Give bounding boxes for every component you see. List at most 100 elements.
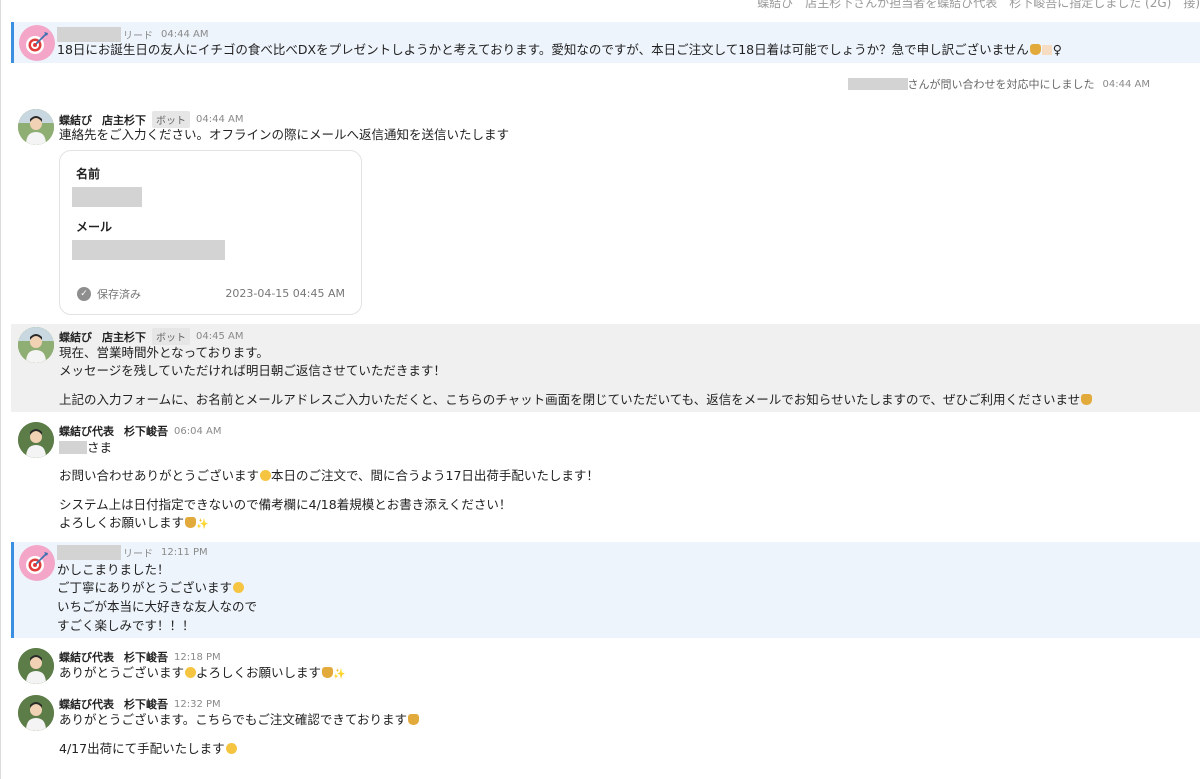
message-line-text: 本日のご注文で、間に合うよう17日出荷手配いたします！ <box>271 468 599 483</box>
representative-avatar <box>18 422 54 458</box>
message-header: リード 04:44 AM <box>57 27 208 42</box>
check-icon: ✓ <box>77 287 91 301</box>
system-notice-text: さんが問い合わせを対応中にしました <box>907 78 1095 91</box>
sender-org: 蝶結び代表 <box>59 698 114 711</box>
lead-tag: リード <box>123 31 153 42</box>
message-time: 04:45 AM <box>196 331 244 342</box>
pray-emoji-icon <box>408 714 420 725</box>
message-text: 18日にお誕生日の友人にイチゴの食べ比べDXをプレゼントしようかと考えております… <box>57 41 1062 59</box>
email-field-label: メール <box>76 220 113 234</box>
message-agent: 蝶結び代表 杉下峻吾 06:04 AM さま お問い合わせありがとうございます 本日… <box>11 419 1200 537</box>
representative-avatar <box>18 695 54 731</box>
sender-person: 杉下峻吾 <box>124 651 168 664</box>
shop-owner-avatar <box>18 327 54 363</box>
message-line: さま <box>59 439 112 457</box>
skin-tone-icon <box>1041 45 1052 55</box>
system-notice-time: 04:44 AM <box>1102 78 1150 90</box>
sender-org: 蝶結び代表 <box>59 651 114 664</box>
sender-person: 杉下峻吾 <box>124 425 168 438</box>
message-header: 蝶結び代表 杉下峻吾 12:18 PM <box>59 649 221 665</box>
sender-org: 蝶結び <box>59 113 92 127</box>
sparkles-icon: ✨ <box>196 519 209 530</box>
sender-name: 蝶結び代表 杉下峻吾 <box>59 696 168 712</box>
message-bot: 蝶結び 店主杉下 ボット 04:45 AM 現在、営業時間外となっております。 メ… <box>11 324 1200 412</box>
sender-person: 店主杉下 <box>102 330 146 344</box>
message-time: 12:32 PM <box>174 698 221 710</box>
message-header: 蝶結び代表 杉下峻吾 06:04 AM <box>59 423 221 439</box>
message-time: 04:44 AM <box>196 114 244 125</box>
pray-emoji-icon <box>185 517 197 528</box>
contact-form-card: 名前 メール ✓ 保存済み 2023-04-15 04:45 AM <box>59 150 362 315</box>
message-header: 蝶結び 店主杉下 ボット 04:45 AM <box>59 328 243 345</box>
sender-person: 杉下峻吾 <box>124 698 168 711</box>
sender-org: 蝶結び代表 <box>59 425 114 438</box>
sparkles-icon: ✨ <box>333 669 346 680</box>
message-line-text: よろしくお願いします <box>59 515 185 530</box>
redacted-sender <box>57 27 121 42</box>
target-avatar-icon <box>19 25 55 61</box>
saved-label: 保存済み <box>97 288 141 301</box>
redacted-agent-name <box>847 78 908 90</box>
system-notice: さんが問い合わせを対応中にしました 04:44 AM <box>847 76 1150 92</box>
redacted-sender <box>57 545 121 560</box>
sender-name: 蝶結び 店主杉下 <box>59 329 146 345</box>
smile-emoji-icon <box>225 743 237 754</box>
message-line: お問い合わせありがとうございます 本日のご注文で、間に合うよう17日出荷手配いたし… <box>59 467 599 485</box>
name-field-label: 名前 <box>76 167 101 181</box>
teary-smile-emoji-icon <box>233 582 245 593</box>
message-line: いちごが本当に大好きな友人なので <box>57 599 258 614</box>
shop-owner-avatar <box>18 109 54 145</box>
message-line-text: 上記の入力フォームに、お名前とメールアドレスご入力いただくと、こちらのチャット画… <box>59 392 1081 407</box>
sender-org: 蝶結び <box>59 330 92 344</box>
message-line: システム上は日付指定できないので備考欄に4/18着規模とお書き添えください！ <box>59 497 512 512</box>
gender-symbol: ♀ <box>1052 42 1062 57</box>
lead-tag: リード <box>123 549 153 560</box>
message-line: 18日にお誕生日の友人にイチゴの食べ比べDXをプレゼントしようかと考えております… <box>57 42 1029 57</box>
message-line: メッセージを残していただければ明日朝ご返信させていただきます！ <box>59 363 446 378</box>
message-line: 4/17出荷にて手配いたします <box>59 740 237 758</box>
message-line: ありがとうございます。こちらでもご注文確認できております <box>59 711 420 729</box>
pray-emoji-icon <box>1081 394 1093 405</box>
message-line: ありがとうございます よろしくお願いします ✨ <box>59 664 345 684</box>
saved-status: ✓ 保存済み <box>77 286 141 302</box>
message-line-text: ありがとうございます。こちらでもご注文確認できております <box>59 712 408 727</box>
name-field-value[interactable] <box>72 187 142 207</box>
smile-emoji-icon <box>185 667 197 678</box>
message-time: 06:04 AM <box>174 425 222 437</box>
pray-emoji-icon <box>322 667 334 678</box>
pray-emoji-icon <box>1029 44 1041 55</box>
message-line-text: お問い合わせありがとうございます <box>59 468 260 483</box>
message-line: 現在、営業時間外となっております。 <box>59 345 269 360</box>
message-line: よろしくお願いします ✨ <box>59 514 208 534</box>
message-header: リード 12:11 PM <box>57 545 208 560</box>
message-line-text: ありがとうございます <box>59 665 185 680</box>
message-agent: 蝶結び代表 杉下峻吾 12:32 PM ありがとうございます。こちらでもご注文確認… <box>11 693 1200 763</box>
message-line: 連絡先をご入力ください。オフラインの際にメールへ返信通知を送信いたします <box>59 127 510 142</box>
message-line-text: よろしくお願いします <box>196 665 322 680</box>
message-lead: リード 12:11 PM かしこまりました！ ご丁寧にありがとうございます いち… <box>11 542 1200 638</box>
smile-emoji-icon <box>260 470 272 481</box>
sender-name: 蝶結び代表 杉下峻吾 <box>59 423 168 439</box>
assignment-notice: 蝶結び 店主杉下さんが担当者を蝶結び代表 杉下峻吾に指定しました (2G) 接) <box>757 0 1200 10</box>
message-header: 蝶結び代表 杉下峻吾 12:32 PM <box>59 696 221 712</box>
representative-avatar <box>18 648 54 684</box>
message-line: 上記の入力フォームに、お名前とメールアドレスご入力いただくと、こちらのチャット画… <box>59 391 1093 409</box>
sender-person: 店主杉下 <box>102 113 146 127</box>
message-bot: 蝶結び 店主杉下 ボット 04:44 AM 連絡先をご入力ください。オフラインの際… <box>11 108 1200 148</box>
target-avatar-icon <box>19 545 55 581</box>
email-field-value[interactable] <box>72 240 225 260</box>
message-time: 12:11 PM <box>161 547 208 558</box>
message-line-text: ご丁寧にありがとうございます <box>57 580 233 595</box>
left-divider <box>0 0 1 779</box>
message-line-text: 4/17出荷にて手配いたします <box>59 741 225 756</box>
message-line-text: さま <box>87 440 113 455</box>
redacted-customer-name <box>59 441 87 454</box>
message-time: 12:18 PM <box>174 651 221 663</box>
message-line: ご丁寧にありがとうございます <box>57 579 245 597</box>
sender-name: 蝶結び代表 杉下峻吾 <box>59 649 168 665</box>
message-line: かしこまりました！ <box>57 562 170 577</box>
saved-time: 2023-04-15 04:45 AM <box>225 287 345 300</box>
message-lead: リード 04:44 AM 18日にお誕生日の友人にイチゴの食べ比べDXをプレゼン… <box>11 22 1200 63</box>
message-line: すごく楽しみです！！！ <box>57 618 195 633</box>
message-agent: 蝶結び代表 杉下峻吾 12:18 PM ありがとうございます よろしくお願いします ✨ <box>11 646 1200 686</box>
